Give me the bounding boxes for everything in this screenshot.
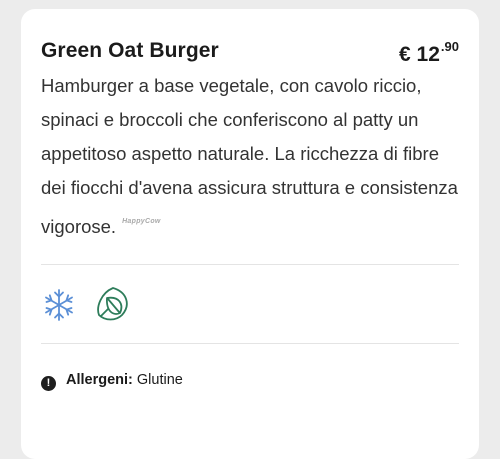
allergens-label: Allergeni: xyxy=(66,372,133,388)
alert-icon: ! xyxy=(41,376,56,391)
product-title: Green Oat Burger xyxy=(41,39,219,62)
snowflake-icon xyxy=(45,289,73,321)
product-header: Green Oat Burger € 12.90 xyxy=(41,37,459,73)
price-cents: .90 xyxy=(440,39,459,54)
product-description: Hamburger a base vegetale, con cavolo ri… xyxy=(41,69,461,244)
product-price: € 12.90 xyxy=(399,39,459,67)
description-text: Hamburger a base vegetale, con cavolo ri… xyxy=(41,75,458,237)
allergens-value: Glutine xyxy=(136,372,183,388)
price-main: € 12 xyxy=(399,43,440,66)
vegan-leaf-icon xyxy=(97,287,128,321)
happycow-watermark: HappyCow xyxy=(122,218,161,225)
divider-bottom xyxy=(41,343,459,344)
divider-top xyxy=(41,264,459,265)
allergens-row: ! Allergeni: Glutine xyxy=(41,372,183,391)
product-card: Green Oat Burger € 12.90 Hamburger a bas… xyxy=(21,9,479,459)
